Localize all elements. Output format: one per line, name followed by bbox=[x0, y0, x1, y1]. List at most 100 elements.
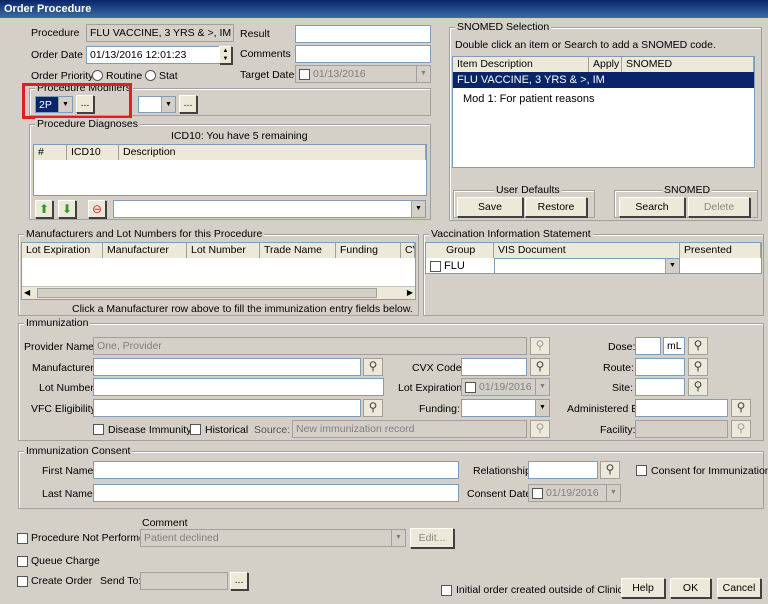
chevron-down-icon[interactable]: ▼ bbox=[161, 97, 175, 112]
snomed-col-snomed[interactable]: SNOMED bbox=[622, 57, 754, 72]
scroll-right-icon[interactable]: ▶ bbox=[407, 287, 413, 299]
lot-expiration-field[interactable]: 01/19/2016 ▼ bbox=[461, 378, 550, 396]
chevron-down-icon[interactable]: ▼ bbox=[416, 66, 430, 82]
target-date-checkbox[interactable] bbox=[299, 69, 310, 80]
cancel-button[interactable]: Cancel bbox=[717, 578, 761, 598]
vis-col-group[interactable]: Group bbox=[426, 243, 494, 258]
queue-charge-checkbox[interactable] bbox=[17, 556, 28, 567]
snomed-table[interactable]: Item Description Apply SNOMED FLU VACCIN… bbox=[452, 56, 755, 168]
mfr-col-lot-number[interactable]: Lot Number bbox=[187, 243, 260, 258]
facility-field[interactable] bbox=[635, 420, 728, 438]
target-date-field[interactable]: 01/13/2016 ▼ bbox=[295, 65, 431, 83]
comment-select[interactable]: Patient declined ▼ bbox=[140, 529, 406, 547]
cvx-code-field[interactable] bbox=[461, 358, 527, 376]
chevron-down-icon[interactable]: ▼ bbox=[411, 201, 425, 217]
vis-col-document[interactable]: VIS Document bbox=[494, 243, 680, 258]
snomed-row-selected[interactable]: FLU VACCINE, 3 YRS & >, IM bbox=[453, 72, 754, 88]
search-icon[interactable]: ⚲ bbox=[731, 399, 751, 417]
snomed-row[interactable]: Mod 1: For patient reasons bbox=[463, 92, 594, 106]
create-order-checkbox[interactable] bbox=[17, 576, 28, 587]
manufacturer-field[interactable] bbox=[93, 358, 361, 376]
comments-field[interactable] bbox=[295, 45, 431, 63]
last-name-field[interactable] bbox=[93, 484, 459, 502]
move-down-icon[interactable]: ⬇ bbox=[58, 200, 76, 218]
search-icon[interactable]: ⚲ bbox=[530, 337, 550, 355]
historical-checkbox[interactable] bbox=[190, 424, 201, 435]
dose-field[interactable] bbox=[635, 337, 661, 355]
ok-button[interactable]: OK bbox=[670, 578, 711, 598]
mfr-col-cvx[interactable]: CV bbox=[401, 243, 415, 258]
vis-table[interactable]: Group VIS Document Presented FLU ▼ bbox=[425, 242, 762, 274]
search-icon[interactable]: ⚲ bbox=[688, 337, 708, 355]
chevron-down-icon[interactable]: ▼ bbox=[606, 485, 620, 501]
diag-col-icd10[interactable]: ICD10 bbox=[67, 145, 119, 160]
scroll-thumb[interactable] bbox=[37, 288, 377, 298]
disease-immunity-checkbox[interactable] bbox=[93, 424, 104, 435]
search-icon[interactable]: ⚲ bbox=[731, 420, 751, 438]
search-icon[interactable]: ⚲ bbox=[363, 358, 383, 376]
consent-for-immunization-checkbox[interactable] bbox=[636, 465, 647, 476]
search-icon[interactable]: ⚲ bbox=[600, 461, 620, 479]
mfr-col-trade-name[interactable]: Trade Name bbox=[260, 243, 336, 258]
modifier-2-select[interactable]: ▼ bbox=[138, 96, 176, 113]
snomed-col-item[interactable]: Item Description bbox=[453, 57, 589, 72]
mfr-col-lot-exp[interactable]: Lot Expiration bbox=[22, 243, 103, 258]
search-icon[interactable]: ⚲ bbox=[363, 399, 383, 417]
mfr-hscrollbar[interactable]: ◀ ▶ bbox=[22, 286, 415, 299]
route-field[interactable] bbox=[635, 358, 685, 376]
help-button[interactable]: Help bbox=[621, 578, 665, 598]
vis-col-presented[interactable]: Presented bbox=[680, 243, 761, 258]
restore-button[interactable]: Restore bbox=[525, 197, 587, 217]
routine-radio[interactable] bbox=[92, 70, 103, 81]
funding-select[interactable]: ▼ bbox=[461, 399, 550, 417]
manufacturers-hint: Click a Manufacturer row above to fill t… bbox=[72, 303, 413, 315]
manufacturers-table[interactable]: Lot Expiration Manufacturer Lot Number T… bbox=[21, 242, 416, 300]
chevron-down-icon[interactable]: ▼ bbox=[535, 400, 549, 416]
diag-col-num[interactable]: # bbox=[34, 145, 67, 160]
vis-document-select[interactable]: ▼ bbox=[494, 258, 680, 274]
send-to-lookup-button[interactable]: ... bbox=[230, 572, 248, 590]
first-name-field[interactable] bbox=[93, 461, 459, 479]
lot-number-field[interactable] bbox=[93, 378, 384, 396]
save-button[interactable]: Save bbox=[457, 197, 523, 217]
stat-radio[interactable] bbox=[145, 70, 156, 81]
vfc-eligibility-field[interactable] bbox=[93, 399, 361, 417]
result-field[interactable] bbox=[295, 25, 431, 43]
scroll-left-icon[interactable]: ◀ bbox=[24, 287, 30, 299]
remove-icon[interactable]: ⊖ bbox=[88, 200, 106, 218]
procedure-not-performed-checkbox[interactable] bbox=[17, 533, 28, 544]
chevron-down-icon[interactable]: ▼ bbox=[391, 530, 405, 546]
modifier-2-lookup-button[interactable]: ... bbox=[179, 95, 197, 113]
mfr-col-funding[interactable]: Funding bbox=[336, 243, 401, 258]
provider-name-field[interactable]: One, Provider bbox=[93, 337, 527, 355]
search-icon[interactable]: ⚲ bbox=[530, 358, 550, 376]
chevron-down-icon[interactable]: ▼ bbox=[665, 259, 679, 273]
order-date-field[interactable]: 01/13/2016 12:01:23 bbox=[86, 46, 220, 64]
order-date-spinner[interactable]: ▲ ▼ bbox=[219, 46, 232, 64]
mfr-col-manufacturer[interactable]: Manufacturer bbox=[103, 243, 187, 258]
edit-button[interactable]: Edit... bbox=[410, 528, 454, 548]
vis-row-checkbox[interactable] bbox=[430, 261, 441, 272]
search-button[interactable]: Search bbox=[619, 197, 685, 217]
chevron-down-icon[interactable]: ▼ bbox=[535, 379, 549, 395]
dose-unit-field[interactable]: mL bbox=[663, 337, 685, 355]
vis-label: Vaccination Information Statement bbox=[429, 228, 593, 240]
diag-col-description[interactable]: Description bbox=[119, 145, 426, 160]
search-icon[interactable]: ⚲ bbox=[688, 358, 708, 376]
first-name-label: First Name: bbox=[42, 465, 97, 477]
search-icon[interactable]: ⚲ bbox=[688, 378, 708, 396]
consent-date-field[interactable]: 01/19/2016 ▼ bbox=[528, 484, 621, 502]
lot-expiration-checkbox[interactable] bbox=[465, 382, 476, 393]
search-icon[interactable]: ⚲ bbox=[530, 420, 550, 438]
diagnoses-table[interactable]: # ICD10 Description bbox=[33, 144, 427, 196]
diagnosis-select[interactable]: ▼ bbox=[113, 200, 426, 218]
snomed-col-apply[interactable]: Apply bbox=[589, 57, 622, 72]
delete-button[interactable]: Delete bbox=[688, 197, 750, 217]
administered-by-field[interactable] bbox=[635, 399, 728, 417]
relationship-field[interactable] bbox=[528, 461, 598, 479]
site-field[interactable] bbox=[635, 378, 685, 396]
initial-order-checkbox[interactable] bbox=[441, 585, 452, 596]
send-to-field[interactable] bbox=[140, 572, 228, 590]
move-up-icon[interactable]: ⬆ bbox=[35, 200, 53, 218]
consent-date-checkbox[interactable] bbox=[532, 488, 543, 499]
